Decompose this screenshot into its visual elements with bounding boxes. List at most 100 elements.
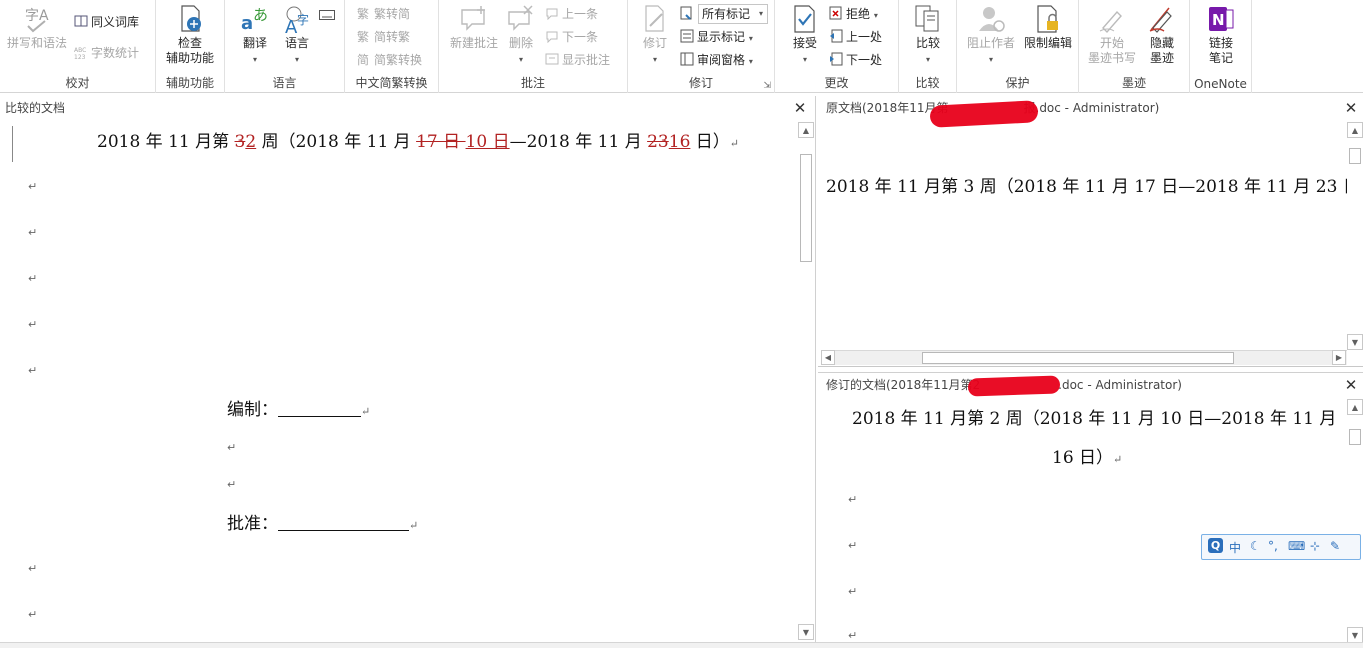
translate-button[interactable]: aあ 翻译 ▾ — [235, 4, 275, 67]
close-original-pane-icon[interactable]: ✕ — [1344, 101, 1358, 116]
reviewing-pane-button[interactable]: 审阅窗格 ▾ — [680, 50, 753, 70]
accept-button[interactable]: 接受 ▾ — [785, 4, 825, 67]
svg-text:繁: 繁 — [357, 6, 369, 20]
revised-heading-line1[interactable]: 2018 年 11 月第 2 周（2018 年 11 月 10 日—2018 年… — [852, 404, 1336, 429]
comments-group: 新建批注 删除 ▾ 上一条 下一条 显示批注 批注 — [439, 0, 628, 93]
reject-button[interactable]: 拒绝 ▾ — [829, 4, 878, 24]
comments-group-label: 批注 — [520, 76, 545, 90]
paragraph-mark: ↵ — [28, 226, 38, 239]
status-bar — [0, 642, 1363, 648]
ime-language-toggle[interactable]: 中 — [1229, 539, 1241, 556]
language-group-label: 语言 — [272, 76, 297, 90]
compare-group-label: 比较 — [915, 76, 940, 90]
revised-vertical-scrollbar[interactable]: ▲ ▼ — [1347, 399, 1363, 643]
word-count-icon: ABC 123 — [74, 45, 88, 61]
scroll-right-arrow-icon[interactable]: ▶ — [1332, 350, 1346, 365]
paragraph-mark: ↵ — [28, 562, 38, 575]
next-comment-button[interactable]: 下一条 — [545, 27, 598, 47]
prepared-by-line[interactable]: 编制： ↵ — [227, 395, 370, 420]
proofing-group-label: 校对 — [65, 76, 90, 90]
delete-comment-button[interactable]: 删除 ▾ — [503, 4, 539, 67]
moon-icon[interactable]: ☾ — [1250, 539, 1261, 553]
accessibility-check-icon — [175, 4, 205, 34]
paragraph-mark: ↵ — [28, 608, 38, 621]
start-inking-button[interactable]: 开始 墨迹书写 — [1085, 4, 1139, 66]
check-accessibility-button[interactable]: 检查 辅助功能 — [160, 4, 220, 66]
next-comment-icon — [545, 29, 559, 44]
svg-text:N: N — [1212, 11, 1225, 29]
chinese-conversion-button[interactable]: 简简繁转换 — [357, 50, 422, 70]
display-for-review-select[interactable]: 所有标记 ▾ — [698, 4, 768, 24]
hide-ink-button[interactable]: 隐藏 墨迹 — [1141, 4, 1183, 66]
scroll-down-arrow-icon[interactable]: ▼ — [1347, 334, 1363, 350]
scroll-left-arrow-icon[interactable]: ◀ — [821, 350, 835, 365]
display-for-review-icon — [680, 6, 694, 20]
original-horizontal-scrollbar[interactable]: ◀ ▶ — [821, 350, 1347, 365]
ime-logo-icon[interactable]: Q — [1208, 538, 1223, 553]
approved-by-line[interactable]: 批准： ↵ — [227, 509, 418, 534]
ime-toolbar[interactable]: Q 中 ☾ °, ⌨ ⊹ ✎ — [1201, 534, 1361, 560]
restrict-editing-button[interactable]: 限制编辑 — [1019, 4, 1077, 51]
onenote-icon: N — [1206, 4, 1236, 34]
scroll-thumb[interactable] — [800, 154, 812, 262]
close-revised-pane-icon[interactable]: ✕ — [1344, 378, 1358, 393]
scroll-down-arrow-icon[interactable]: ▼ — [798, 624, 814, 640]
scroll-thumb[interactable] — [1349, 148, 1361, 164]
block-authors-button[interactable]: 阻止作者 ▾ — [963, 4, 1019, 67]
keyboard-ime-button[interactable] — [319, 4, 336, 24]
next-change-icon — [829, 52, 843, 66]
paragraph-mark: ↵ — [848, 629, 858, 642]
accessibility-group: 检查 辅助功能 辅助功能 — [156, 0, 225, 93]
onenote-group: N 链接 笔记 OneNote — [1190, 0, 1252, 93]
simplified-to-traditional-button[interactable]: 繁简转繁 — [357, 27, 410, 47]
previous-comment-button[interactable]: 上一条 — [545, 4, 598, 24]
compare-button[interactable]: 比较 ▾ — [908, 4, 948, 67]
original-document-pane: 原文档(2018年11月第 报.doc - Administrator) ✕ 20… — [818, 96, 1363, 367]
word-count-button[interactable]: ABC 123 字数统计 — [74, 43, 139, 63]
wrench-icon[interactable]: ✎ — [1330, 539, 1340, 553]
show-comments-button[interactable]: 显示批注 — [545, 50, 610, 70]
linked-notes-button[interactable]: N 链接 笔记 — [1200, 4, 1242, 66]
translate-icon: aあ — [240, 4, 270, 34]
changes-group: 接受 ▾ 拒绝 ▾ 上一处 下一处 更改 — [775, 0, 899, 93]
next-change-button[interactable]: 下一处 — [829, 50, 882, 70]
close-compared-pane-icon[interactable]: ✕ — [793, 101, 807, 116]
compared-heading[interactable]: 2018 年 11 月第 32 周（2018 年 11 月 17 日 10 日—… — [97, 127, 739, 152]
keyboard-icon — [319, 6, 335, 20]
approved-by-blank — [278, 515, 409, 531]
chinese-conversion-group: 繁繁转简 繁简转繁 简简繁转换 中文简繁转换 — [345, 0, 439, 93]
scroll-up-arrow-icon[interactable]: ▲ — [1347, 122, 1363, 138]
original-vertical-scrollbar[interactable]: ▲ ▼ — [1347, 122, 1363, 350]
accept-icon — [790, 4, 820, 34]
ime-tool-icon[interactable]: ⊹ — [1310, 539, 1320, 553]
revised-heading-line2[interactable]: 16 日）↵ — [1052, 443, 1122, 468]
scroll-up-arrow-icon[interactable]: ▲ — [1347, 399, 1363, 415]
original-heading[interactable]: 2018 年 11 月第 3 周（2018 年 11 月 17 日—2018 年… — [826, 172, 1363, 197]
horizontal-scroll-thumb[interactable] — [922, 352, 1234, 364]
punctuation-icon[interactable]: °, — [1268, 539, 1278, 553]
scroll-up-arrow-icon[interactable]: ▲ — [798, 122, 814, 138]
deleted-text: 17 日 — [416, 132, 466, 152]
accessibility-group-label: 辅助功能 — [165, 76, 214, 90]
traditional-to-simplified-button[interactable]: 繁繁转简 — [357, 4, 410, 24]
scroll-thumb[interactable] — [1349, 429, 1361, 445]
compared-document-pane: 比较的文档 ✕ 2018 年 11 月第 32 周（2018 年 11 月 17… — [0, 96, 816, 642]
scroll-down-arrow-icon[interactable]: ▼ — [1347, 627, 1363, 643]
track-changes-button[interactable]: 修订 ▾ — [638, 4, 672, 67]
compare-group: 比较 ▾ 比较 — [899, 0, 957, 93]
paragraph-mark: ↵ — [848, 539, 858, 552]
new-comment-icon — [459, 4, 489, 34]
protect-group-label: 保护 — [1005, 76, 1030, 90]
thesaurus-button[interactable]: 同义词库 — [74, 12, 139, 32]
previous-change-button[interactable]: 上一处 — [829, 27, 882, 47]
tracking-group-label: 修订 — [688, 76, 713, 90]
proofing-group: 字A 拼写和语法 同义词库 ABC 123 字数统计 校对 — [0, 0, 156, 93]
compared-vertical-scrollbar[interactable]: ▲ ▼ — [798, 122, 814, 640]
spelling-grammar-button[interactable]: 字A 拼写和语法 — [6, 4, 68, 51]
show-markup-button[interactable]: 显示标记 ▾ — [680, 27, 753, 47]
svg-text:a: a — [241, 13, 253, 34]
new-comment-button[interactable]: 新建批注 — [447, 4, 501, 51]
keyboard-icon[interactable]: ⌨ — [1288, 539, 1305, 553]
compare-icon — [913, 4, 943, 34]
language-button[interactable]: A字 语言 ▾ — [277, 4, 317, 67]
